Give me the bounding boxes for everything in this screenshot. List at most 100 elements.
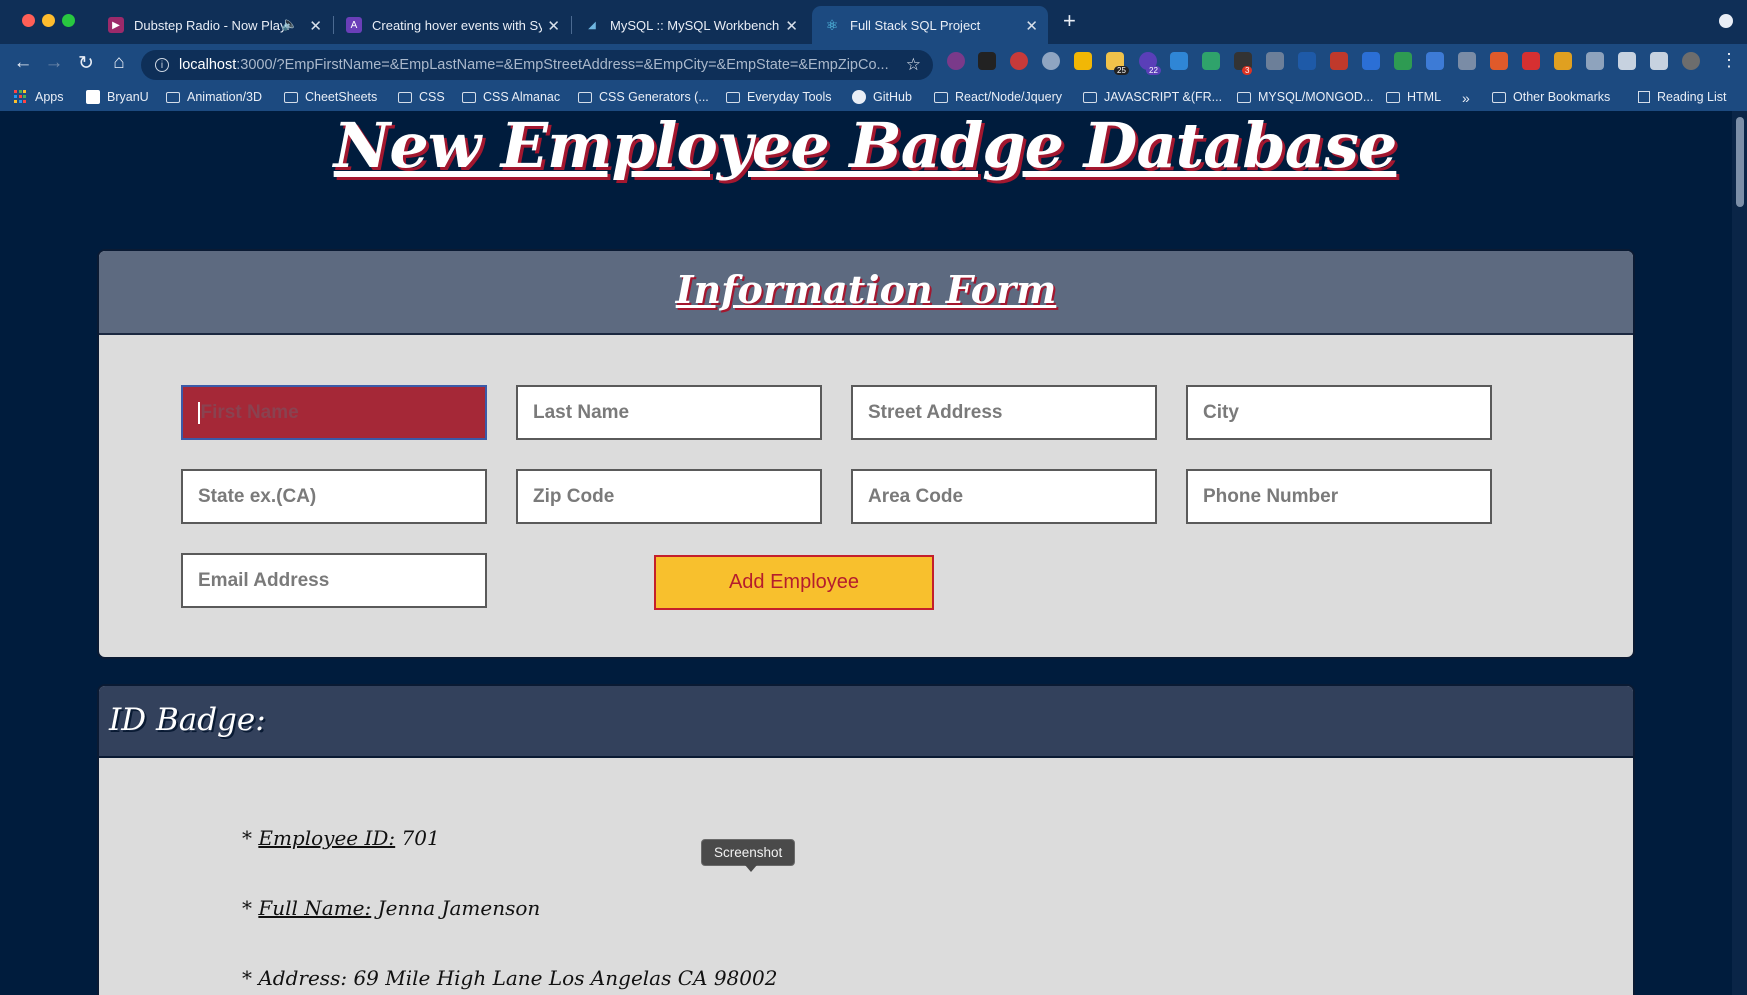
url-path: :3000/?EmpFirstName=&EmpLastName=&EmpStr… [236,57,889,73]
information-form-card: Information Form First Name Last Name St… [97,249,1635,659]
text-caret [198,401,200,424]
bookmark-folder[interactable]: JAVASCRIPT &(FR... [1083,90,1222,104]
add-employee-button[interactable]: Add Employee [654,555,934,610]
tab-bar: ▶ Dubstep Radio - Now Playi 🔈 ✕ A Creati… [0,0,1747,44]
folder-icon [462,91,476,103]
extension-icon[interactable] [1010,52,1028,70]
extension-icon[interactable] [1554,52,1572,70]
new-tab-button[interactable]: + [1063,10,1076,32]
media-icon[interactable] [1650,52,1668,70]
extension-icon[interactable] [1074,52,1092,70]
extension-icon[interactable] [1586,52,1604,70]
folder-icon [166,91,180,103]
close-icon[interactable]: ✕ [547,17,560,35]
bookmark-folder[interactable]: Animation/3D [166,90,262,104]
last-name-input[interactable]: Last Name [516,385,822,440]
menu-icon[interactable]: ⋮ [1720,50,1738,71]
bookmark-github[interactable]: GitHub [852,90,912,104]
extension-icon[interactable] [1522,52,1540,70]
badge-full-name: * Full Name: Jenna Jamenson [242,896,541,920]
browser-toolbar: ← → ↻ ⌂ i localhost:3000/?EmpFirstName=&… [0,44,1747,87]
bookmark-other[interactable]: Other Bookmarks [1492,90,1610,104]
extension-icon[interactable] [1042,52,1060,70]
react-icon: ⚛ [825,16,839,33]
speaker-icon[interactable]: 🔈 [282,16,298,32]
puzzle-icon[interactable] [1618,52,1636,70]
tab-hover-events[interactable]: A Creating hover events with Syn ✕ [334,6,570,44]
badge-employee-id: * Employee ID: 701 [242,826,440,850]
home-icon[interactable]: ⌂ [106,52,132,74]
bookmark-folder[interactable]: CSS Almanac [462,90,560,104]
badge-address: * Address: 69 Mile High Lane Los Angelas… [242,966,778,990]
extension-icon[interactable] [1458,52,1476,70]
avatar[interactable] [1682,52,1700,70]
state-input[interactable]: State ex.(CA) [181,469,487,524]
page-title: New Employee Badge Database [333,111,1398,182]
close-icon[interactable]: ✕ [1025,17,1038,35]
first-name-input[interactable]: First Name [181,385,487,440]
extension-icon[interactable] [1298,52,1316,70]
extension-icon[interactable] [1490,52,1508,70]
extension-icon[interactable] [1202,52,1220,70]
badge-header: ID Badge: [99,686,1633,758]
folder-icon [284,91,298,103]
reading-list-icon [1638,91,1650,103]
minimize-window-button[interactable] [42,14,55,27]
tab-dubstep-radio[interactable]: ▶ Dubstep Radio - Now Playi 🔈 ✕ [96,6,332,44]
info-icon[interactable]: i [155,58,169,72]
folder-icon [934,91,948,103]
extension-icon[interactable] [1266,52,1284,70]
back-icon[interactable]: ← [10,52,36,74]
page-scrollbar[interactable] [1732,111,1747,995]
zip-code-input[interactable]: Zip Code [516,469,822,524]
bookmark-folder[interactable]: CheetSheets [284,90,377,104]
bookmark-folder[interactable]: React/Node/Jquery [934,90,1062,104]
reload-icon[interactable]: ↻ [73,52,99,75]
city-input[interactable]: City [1186,385,1492,440]
folder-icon [1386,91,1400,103]
bookmark-folder[interactable]: CSS Generators (... [578,90,709,104]
tab-mysql-workbench[interactable]: ◢ MySQL :: MySQL Workbench M ✕ [572,6,808,44]
form-header: Information Form [99,251,1633,335]
area-code-input[interactable]: Area Code [851,469,1157,524]
folder-icon [398,91,412,103]
extension-icon[interactable] [947,52,965,70]
extension-icon[interactable] [1394,52,1412,70]
tab-full-stack-sql[interactable]: ⚛ Full Stack SQL Project ✕ [812,6,1048,44]
close-icon[interactable]: ✕ [785,17,798,35]
extension-badge: 22 [1146,66,1161,75]
radio-icon: ▶ [108,17,124,33]
phone-number-input[interactable]: Phone Number [1186,469,1492,524]
email-address-input[interactable]: Email Address [181,553,487,608]
close-icon[interactable]: ✕ [309,17,322,35]
extension-icon[interactable] [1330,52,1348,70]
bookmark-folder[interactable]: CSS [398,90,445,104]
folder-icon [578,91,592,103]
scrollbar-thumb[interactable] [1736,117,1744,207]
address-bar[interactable]: i localhost:3000/?EmpFirstName=&EmpLastN… [141,50,933,80]
bookmark-apps[interactable]: Apps [14,90,64,104]
close-window-button[interactable] [22,14,35,27]
apps-icon [14,90,28,104]
bookmark-folder[interactable]: MYSQL/MONGOD... [1237,90,1373,104]
extension-icon[interactable] [978,52,996,70]
bookmark-star-icon[interactable]: ☆ [906,55,921,75]
maximize-window-button[interactable] [62,14,75,27]
extension-icon[interactable] [1426,52,1444,70]
extension-icon[interactable] [1170,52,1188,70]
tab-search-icon[interactable] [1719,14,1733,28]
github-icon [852,90,866,104]
bookmark-icon [86,90,100,104]
extension-icon[interactable] [1362,52,1380,70]
chevron-icon[interactable]: » [1462,90,1470,106]
folder-icon [726,91,740,103]
id-badge-card: ID Badge: * Employee ID: 701 * Full Name… [97,684,1635,995]
street-address-input[interactable]: Street Address [851,385,1157,440]
forward-icon[interactable]: → [41,52,67,74]
bookmark-folder[interactable]: HTML [1386,90,1441,104]
folder-icon [1083,91,1097,103]
bookmark-folder[interactable]: Everyday Tools [726,90,832,104]
bookmark-bryanu[interactable]: BryanU [86,90,149,104]
reading-list[interactable]: Reading List [1638,90,1727,104]
bookmarks-bar: Apps BryanU Animation/3D CheetSheets CSS… [0,87,1747,111]
